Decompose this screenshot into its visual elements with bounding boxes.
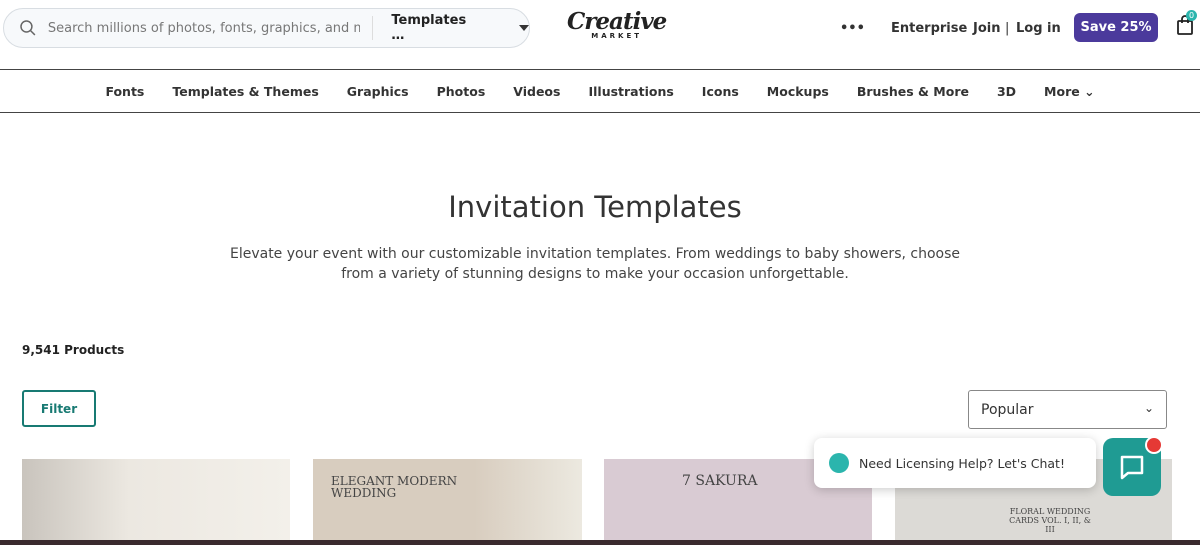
enterprise-link[interactable]: Enterprise (891, 0, 967, 56)
chat-prompt[interactable]: Need Licensing Help? Let's Chat! (814, 438, 1096, 488)
nav-icons[interactable]: Icons (702, 84, 739, 99)
join-link[interactable]: Join (973, 0, 1000, 56)
caret-down-icon[interactable] (518, 25, 529, 31)
category-select[interactable]: Templates … (391, 13, 483, 43)
divider (372, 16, 374, 40)
logo[interactable]: Creative MARKET (567, 8, 667, 40)
nav-mockups[interactable]: Mockups (767, 84, 829, 99)
logo-text: Creative (567, 8, 667, 35)
search-icon (20, 20, 36, 36)
nav-videos[interactable]: Videos (513, 84, 560, 99)
chat-bubble-icon (1120, 455, 1144, 480)
card-title: FLORAL WEDDING CARDS VOL. I, II, & III (1009, 507, 1091, 534)
tag-icon (829, 453, 849, 473)
login-link[interactable]: Log in (1016, 0, 1061, 56)
divider: | (1005, 20, 1010, 36)
more-menu-icon[interactable]: ••• (840, 0, 865, 56)
product-count: 9,541 Products (22, 343, 125, 357)
search-input[interactable]: Search millions of photos, fonts, graphi… (48, 21, 361, 36)
chevron-down-icon: ⌄ (1143, 401, 1154, 415)
search-bar[interactable]: Search millions of photos, fonts, graphi… (3, 8, 530, 48)
chat-label: Need Licensing Help? Let's Chat! (859, 455, 1065, 471)
nav-illustrations[interactable]: Illustrations (588, 84, 673, 99)
nav-brushes[interactable]: Brushes & More (857, 84, 969, 99)
nav-templates-themes[interactable]: Templates & Themes (172, 84, 318, 99)
cart-count-badge: 0 (1186, 10, 1197, 21)
sort-value: Popular (981, 401, 1034, 418)
card-title: ELEGANT MODERN WEDDING (331, 474, 458, 500)
sort-select[interactable]: Popular ⌄ (968, 390, 1167, 429)
nav-3d[interactable]: 3D (997, 84, 1016, 99)
save-button[interactable]: Save 25% (1074, 13, 1158, 42)
nav-graphics[interactable]: Graphics (347, 84, 409, 99)
card-title: 7 SAKURA (682, 473, 758, 489)
product-card[interactable] (22, 459, 290, 541)
page-title: Invitation Templates (448, 190, 742, 224)
filter-button[interactable]: Filter (22, 390, 96, 427)
product-card[interactable]: ELEGANT MODERN WEDDING (313, 459, 582, 541)
taskbar (0, 540, 1200, 545)
page-description: Elevate your event with our customizable… (229, 246, 960, 282)
notification-dot (1145, 436, 1163, 454)
nav-photos[interactable]: Photos (437, 84, 486, 99)
category-nav: Fonts Templates & Themes Graphics Photos… (0, 69, 1200, 113)
nav-fonts[interactable]: Fonts (105, 84, 144, 99)
nav-more[interactable]: More ⌄ (1044, 84, 1095, 99)
